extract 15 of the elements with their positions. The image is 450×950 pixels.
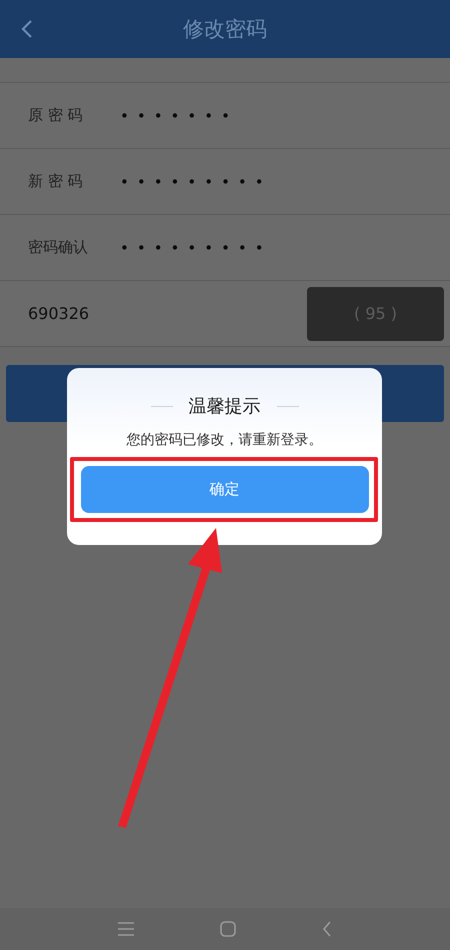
- confirm-button[interactable]: 确定: [80, 466, 368, 513]
- code-field[interactable]: 690326: [28, 304, 307, 323]
- dialog-message: 您的密码已修改，请重新登录。: [126, 431, 322, 449]
- dialog-title: 温馨提示: [188, 395, 260, 418]
- page-title: 修改密码: [183, 16, 267, 43]
- home-icon[interactable]: [220, 921, 236, 937]
- back-icon[interactable]: [322, 921, 332, 937]
- field-label: 原 密 码: [28, 106, 84, 125]
- field-label: 密码确认: [28, 238, 89, 257]
- password-field[interactable]: •••••••••: [120, 172, 272, 190]
- back-icon[interactable]: [21, 19, 33, 39]
- password-field[interactable]: •••••••••: [120, 238, 272, 256]
- menu-icon[interactable]: [118, 922, 134, 936]
- field-label: 新 密 码: [28, 172, 84, 191]
- password-field[interactable]: •••••••: [120, 106, 238, 124]
